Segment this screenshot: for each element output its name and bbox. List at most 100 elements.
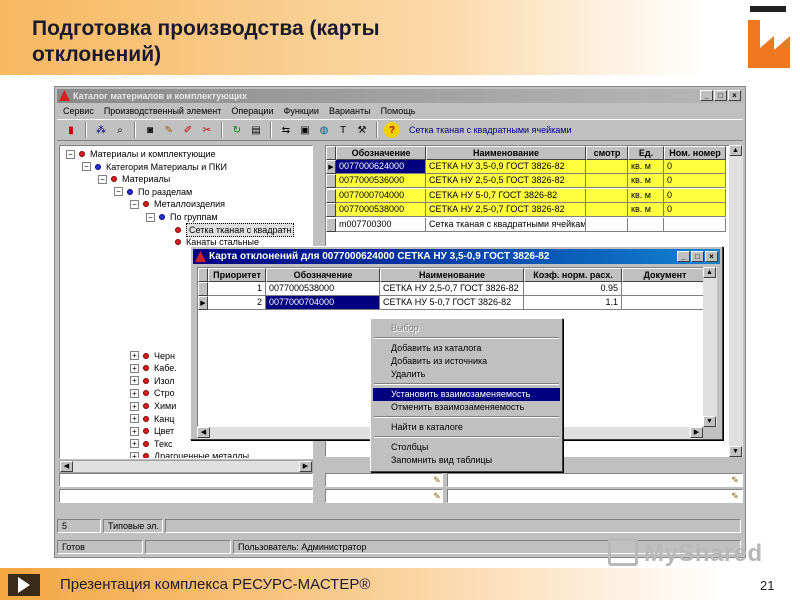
tree-node[interactable]: + Изол <box>130 375 175 387</box>
grid-cell[interactable] <box>586 160 628 174</box>
grid-header-row[interactable]: Приоритет Обозначение Наименование Коэф. но… <box>198 268 708 282</box>
grid-cell[interactable]: m007700300 <box>336 217 426 232</box>
book-icon[interactable]: ▮ <box>63 122 79 138</box>
collapse-icon[interactable]: − <box>130 199 139 209</box>
preview-icon[interactable]: ⌕ <box>112 122 128 138</box>
collapse-icon[interactable]: − <box>66 149 75 159</box>
tree-node[interactable]: + Стро <box>130 387 175 399</box>
menu-service[interactable]: Сервис <box>63 104 94 118</box>
minimize-button[interactable]: _ <box>700 90 713 101</box>
globe-icon[interactable]: ◍ <box>316 122 332 138</box>
context-menu-item[interactable]: Добавить из источника <box>373 355 560 368</box>
row-selector[interactable]: ▶ <box>326 160 336 174</box>
menu-help[interactable]: Помощь <box>381 104 416 118</box>
grid-cell[interactable]: 1 <box>208 282 266 296</box>
properties-icon[interactable]: ⁂ <box>93 122 109 138</box>
scroll-right-icon[interactable]: ▶ <box>690 427 703 438</box>
column-header[interactable]: Наименование <box>380 268 524 282</box>
context-menu-item[interactable]: Запомнить вид таблицы <box>373 454 560 467</box>
expand-icon[interactable]: + <box>130 451 139 458</box>
grid-cell[interactable] <box>586 188 628 203</box>
context-menu-item[interactable]: Удалить <box>373 368 560 381</box>
scroll-left-icon[interactable]: ◀ <box>60 461 73 472</box>
column-header[interactable]: Документ <box>622 268 708 282</box>
dialog-minimize-button[interactable]: _ <box>677 251 690 262</box>
filter-icon[interactable]: ✎ <box>161 122 177 138</box>
column-header[interactable]: Приоритет <box>208 268 266 282</box>
code-field[interactable] <box>325 473 443 487</box>
tree-node[interactable]: + Черн <box>130 350 175 362</box>
column-header[interactable]: Обозначение <box>266 268 380 282</box>
grid-cell[interactable]: кв. м <box>628 160 664 174</box>
context-menu-item[interactable]: Найти в каталоге <box>373 421 560 434</box>
expand-icon[interactable]: + <box>130 363 139 373</box>
menu-operations[interactable]: Операции <box>231 104 273 118</box>
grid-cell[interactable]: 0077000704000 <box>336 188 426 203</box>
row-selector[interactable] <box>326 203 336 218</box>
grid-cell[interactable] <box>622 296 708 310</box>
table-row[interactable]: 1 0077000538000 СЕТКА НУ 2,5-0,7 ГОСТ 3826… <box>198 282 708 296</box>
tree-node[interactable]: Сетка тканая с квадратн <box>162 222 295 237</box>
dialog-maximize-button[interactable]: □ <box>691 251 704 262</box>
scroll-up-icon[interactable]: ▲ <box>729 145 742 156</box>
scroll-down-icon[interactable]: ▼ <box>729 446 742 457</box>
grid-cell[interactable]: 1.1 <box>524 296 622 310</box>
tree-node[interactable]: + Текс <box>130 438 173 450</box>
collapse-icon[interactable]: − <box>146 212 155 222</box>
grid-cell[interactable]: СЕТКА НУ 2,5-0,7 ГОСТ 3826-82 <box>426 203 586 218</box>
table-row[interactable]: m007700300 Сетка тканая с квадратными яче… <box>326 217 726 232</box>
maximize-button[interactable]: □ <box>714 90 727 101</box>
grid-cell[interactable]: 0077000624000 <box>336 160 426 174</box>
table-row[interactable]: ▶ 2 0077000704000 СЕТКА НУ 5-0,7 ГОСТ 3826-… <box>198 296 708 310</box>
row-selector[interactable] <box>326 146 336 160</box>
delete-icon[interactable]: ✂ <box>199 122 215 138</box>
grid-cell[interactable]: 2 <box>208 296 266 310</box>
dialog-vertical-scrollbar[interactable]: ▲ ▼ <box>703 267 717 427</box>
context-menu-item[interactable]: Добавить из каталога <box>373 342 560 355</box>
grid-cell[interactable] <box>622 282 708 296</box>
row-selector[interactable]: ▶ <box>198 296 208 310</box>
grid-cell[interactable]: СЕТКА НУ 3,5-0,9 ГОСТ 3826-82 <box>426 160 586 174</box>
column-header[interactable]: Наименование <box>426 146 586 160</box>
move-icon[interactable]: ⇆ <box>278 122 294 138</box>
tree-node[interactable]: + Кабе. <box>130 362 177 374</box>
grid-cell[interactable] <box>586 217 628 232</box>
grid-cell[interactable]: 0077000536000 <box>336 174 426 189</box>
table-row[interactable]: 0077000538000 СЕТКА НУ 2,5-0,7 ГОСТ 3826-… <box>326 203 726 218</box>
expand-icon[interactable]: + <box>130 351 139 361</box>
scroll-down-icon[interactable]: ▼ <box>703 416 716 427</box>
grid-cell[interactable]: 0077000704000 <box>266 296 380 310</box>
menu-variants[interactable]: Варианты <box>329 104 371 118</box>
context-menu-item[interactable]: Отменить взаимозаменяемость <box>373 401 560 414</box>
tree-node[interactable]: − Металлоизделия <box>130 198 225 210</box>
tree-node[interactable]: + Драгоценные металлы <box>130 450 249 458</box>
column-header[interactable]: Коэф. норм. расх. <box>524 268 622 282</box>
window-titlebar[interactable]: Каталог материалов и комплектующих _ □ × <box>57 89 743 103</box>
column-header[interactable]: Ном. номер <box>664 146 726 160</box>
collapse-icon[interactable]: − <box>98 174 107 184</box>
text-icon[interactable]: T <box>335 122 351 138</box>
column-header[interactable]: Обозначение <box>336 146 426 160</box>
grid-cell[interactable] <box>586 203 628 218</box>
table-row[interactable]: ▶ 0077000624000 СЕТКА НУ 3,5-0,9 ГОСТ 3826… <box>326 160 726 174</box>
row-selector[interactable] <box>198 282 208 296</box>
context-menu-item[interactable]: Столбцы <box>373 441 560 454</box>
tree-node[interactable]: + Хими <box>130 400 176 412</box>
expand-icon[interactable]: + <box>130 426 139 436</box>
scroll-left-icon[interactable]: ◀ <box>197 427 210 438</box>
tree-filter-field[interactable] <box>59 473 313 487</box>
pencil-icon[interactable]: ✎ <box>431 474 443 486</box>
grid-cell[interactable]: кв. м <box>628 188 664 203</box>
grid-cell[interactable]: 0077000538000 <box>336 203 426 218</box>
scroll-right-icon[interactable]: ▶ <box>299 461 312 472</box>
tree-node[interactable]: − Материалы и комплектующие <box>66 148 216 160</box>
export-icon[interactable]: ▤ <box>248 122 264 138</box>
grid-cell[interactable]: 0 <box>664 203 726 218</box>
grid-cell[interactable]: 0 <box>664 174 726 189</box>
pencil-icon[interactable]: ✎ <box>431 490 443 502</box>
grid-cell[interactable]: кв. м <box>628 203 664 218</box>
grid-cell[interactable] <box>628 217 664 232</box>
row-selector[interactable] <box>326 217 336 232</box>
grid-cell[interactable] <box>586 174 628 189</box>
dialog-close-button[interactable]: × <box>705 251 718 262</box>
